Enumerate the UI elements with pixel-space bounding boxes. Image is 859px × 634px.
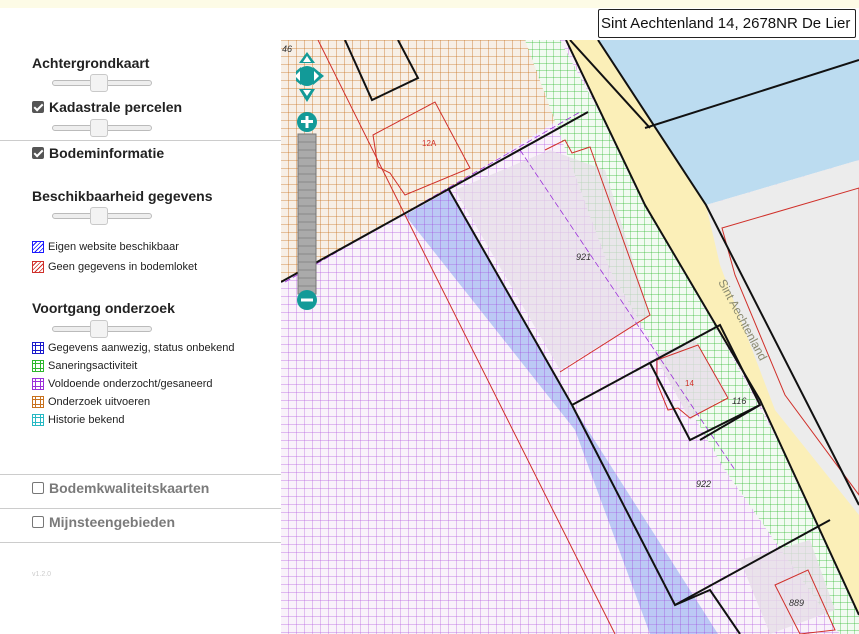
divider	[0, 542, 281, 543]
voortgang-title: Voortgang onderzoek	[32, 300, 175, 316]
legend-swatch	[32, 378, 44, 390]
legend-label: Historie bekend	[48, 414, 125, 426]
checkbox-unchecked[interactable]	[32, 516, 44, 528]
zoom-in-icon[interactable]	[297, 112, 317, 132]
kadastrale-opacity-slider[interactable]	[52, 119, 152, 137]
parcel-number-46: 46	[282, 44, 292, 54]
legend-voldoende-onderzocht: Voldoende onderzocht/gesaneerd	[32, 378, 213, 390]
checkbox-checked[interactable]	[32, 147, 44, 159]
legend-swatch	[32, 241, 44, 253]
version-label: v1.2.0	[32, 571, 52, 578]
mijnsteengebieden-toggle[interactable]: Mijnsteengebieden	[32, 514, 175, 530]
legend-swatch	[32, 396, 44, 408]
divider	[0, 140, 281, 141]
legend-swatch	[32, 414, 44, 426]
legend-label: Gegevens aanwezig, status onbekend	[48, 342, 235, 354]
kadastrale-percelen-label: Kadastrale percelen	[49, 99, 183, 115]
voortgang-opacity-slider[interactable]	[52, 320, 152, 338]
achtergrondkaart-opacity-slider[interactable]	[52, 74, 152, 92]
pan-arrows-icon[interactable]	[290, 52, 324, 102]
kadastrale-percelen-toggle[interactable]: Kadastrale percelen	[32, 99, 182, 115]
bodemkwaliteitskaarten-label: Bodemkwaliteitskaarten	[49, 480, 210, 496]
legend-geen-gegevens: Geen gegevens in bodemloket	[32, 261, 197, 273]
legend-label: Eigen website beschikbaar	[48, 241, 179, 253]
bodeminformatie-toggle[interactable]: Bodeminformatie	[32, 145, 164, 161]
divider	[0, 508, 281, 509]
legend-label: Geen gegevens in bodemloket	[48, 261, 198, 273]
beschikbaarheid-opacity-slider[interactable]	[52, 207, 152, 225]
beschikbaarheid-title: Beschikbaarheid gegevens	[32, 188, 213, 204]
legend-eigen-website: Eigen website beschikbaar	[32, 241, 179, 253]
bodemkwaliteitskaarten-toggle[interactable]: Bodemkwaliteitskaarten	[32, 480, 209, 496]
legend-gegevens-aanwezig: Gegevens aanwezig, status onbekend	[32, 342, 235, 354]
legend-label: Onderzoek uitvoeren	[48, 396, 151, 408]
legend-swatch	[32, 342, 44, 354]
zoom-controls	[290, 52, 326, 312]
achtergrondkaart-title: Achtergrondkaart	[32, 55, 150, 71]
parcel-number-921: 921	[576, 252, 591, 262]
divider	[0, 474, 281, 475]
map-viewport[interactable]: 46 12A 921 14 116 922 889 Sint Aechtenla…	[281, 40, 859, 634]
layer-panel: Achtergrondkaart Kadastrale percelen Bod…	[0, 40, 281, 634]
legend-saneringsactiviteit: Saneringsactiviteit	[32, 360, 137, 372]
address-search-input[interactable]	[598, 9, 856, 38]
parcel-number-922: 922	[696, 479, 711, 489]
parcel-number-889: 889	[789, 598, 804, 608]
slider-handle[interactable]	[90, 207, 108, 225]
checkbox-unchecked[interactable]	[32, 482, 44, 494]
zoom-out-icon[interactable]	[297, 290, 317, 310]
legend-swatch	[32, 261, 44, 273]
mijnsteengebieden-label: Mijnsteengebieden	[49, 514, 176, 530]
map-canvas[interactable]: 46 12A 921 14 116 922 889 Sint Aechtenla…	[281, 40, 859, 634]
house-number-14: 14	[685, 379, 694, 388]
legend-onderzoek-uitvoeren: Onderzoek uitvoeren	[32, 396, 150, 408]
slider-handle[interactable]	[90, 320, 108, 338]
legend-historie-bekend: Historie bekend	[32, 414, 124, 426]
legend-swatch	[32, 360, 44, 372]
legend-label: Voldoende onderzocht/gesaneerd	[48, 378, 213, 390]
legend-label: Saneringsactiviteit	[48, 360, 138, 372]
house-number-12a: 12A	[422, 139, 437, 148]
bodeminformatie-label: Bodeminformatie	[49, 145, 165, 161]
checkbox-checked[interactable]	[32, 101, 44, 113]
top-bar	[0, 0, 859, 8]
parcel-number-116: 116	[732, 396, 746, 406]
slider-handle[interactable]	[90, 119, 108, 137]
slider-handle[interactable]	[90, 74, 108, 92]
